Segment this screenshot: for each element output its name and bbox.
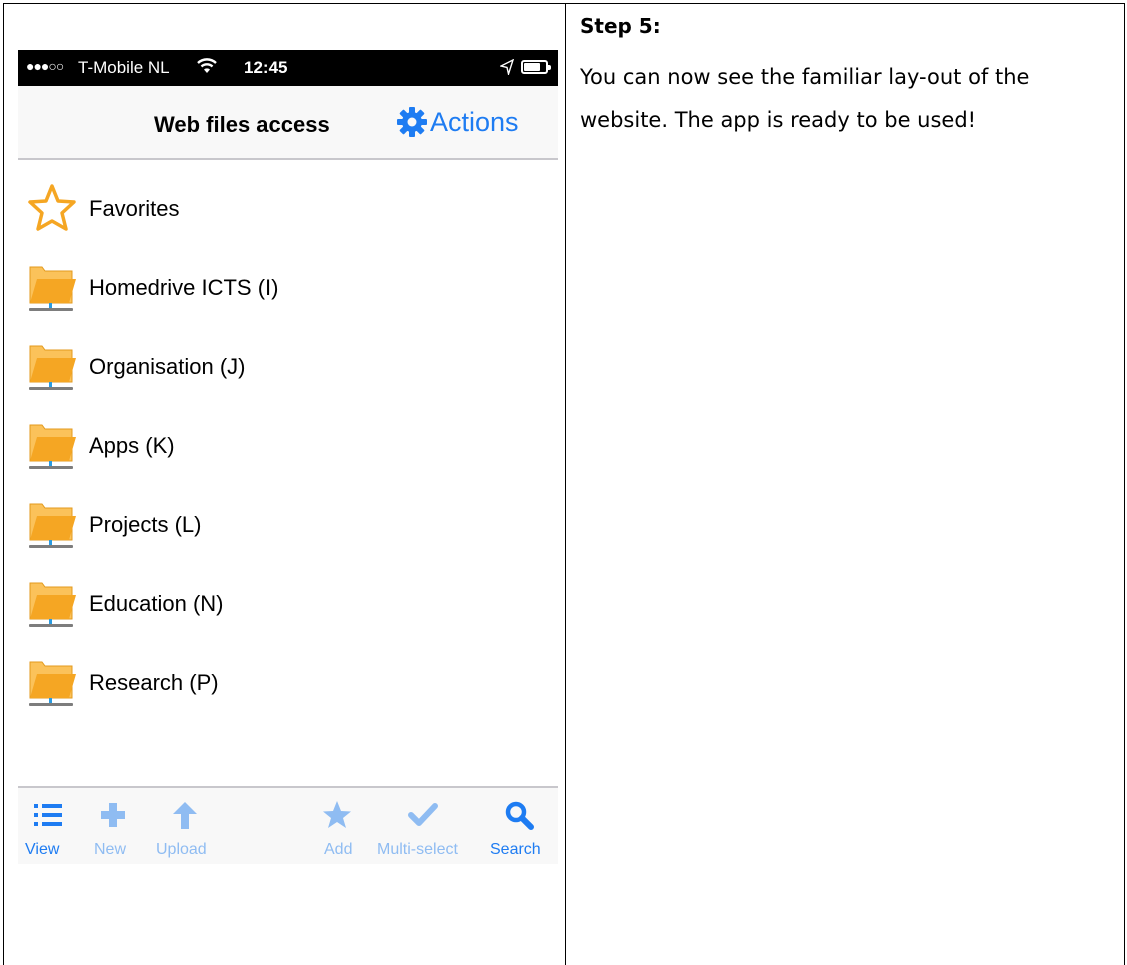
actions-button[interactable]: Actions [396, 104, 519, 140]
step-description: You can now see the familiar lay-out of … [580, 65, 1030, 132]
add-favorite-button[interactable]: Add [314, 788, 364, 864]
network-folder-icon [26, 575, 78, 631]
new-button[interactable]: New [90, 788, 136, 864]
list-item-favorites[interactable]: Favorites [18, 170, 558, 249]
list-item-label: Organisation (J) [89, 354, 246, 379]
phone-screenshot: ●●●○○ T-Mobile NL 12:45 Web files access [18, 50, 558, 864]
network-folder-icon [26, 259, 78, 315]
list-item-label: Research (P) [89, 670, 219, 695]
network-folder-icon [26, 654, 78, 710]
search-icon [505, 801, 534, 830]
view-label: View [25, 841, 60, 858]
gear-icon [397, 107, 427, 137]
page-title: Web files access [154, 112, 330, 137]
carrier-name: T-Mobile NL [78, 58, 170, 77]
list-item-education[interactable]: Education (N) [18, 565, 558, 644]
list-item-label: Homedrive ICTS (I) [89, 275, 279, 300]
plus-icon [101, 803, 125, 827]
status-time: 12:45 [244, 58, 288, 77]
list-item-label: Favorites [89, 196, 180, 221]
checkmark-icon [408, 803, 438, 826]
list-item-homedrive[interactable]: Homedrive ICTS (I) [18, 249, 558, 328]
list-item-projects[interactable]: Projects (L) [18, 486, 558, 565]
toolbar: View New Upload Add Multi-select Search [18, 786, 558, 864]
list-item-organisation[interactable]: Organisation (J) [18, 328, 558, 407]
view-button[interactable]: View [18, 788, 78, 864]
add-label: Add [324, 841, 353, 858]
battery-level [524, 63, 540, 71]
battery-icon [521, 60, 551, 74]
new-label: New [94, 841, 127, 858]
search-button[interactable]: Search [486, 788, 556, 864]
network-folder-icon [26, 338, 78, 394]
star-icon [26, 180, 78, 236]
upload-button[interactable]: Upload [152, 788, 222, 864]
star-filled-icon [323, 801, 351, 828]
multi-select-label: Multi-select [377, 841, 458, 858]
list-item-research[interactable]: Research (P) [18, 644, 558, 723]
location-arrow-icon [498, 58, 515, 77]
table-divider [565, 3, 566, 965]
search-label: Search [490, 841, 541, 858]
list-icon [34, 804, 62, 826]
wifi-icon [196, 56, 218, 81]
signal-strength-icon: ●●●○○ [26, 58, 64, 74]
navigation-bar: Web files access Actions [18, 86, 558, 160]
network-folder-icon [26, 496, 78, 552]
actions-label: Actions [430, 106, 519, 137]
list-item-apps[interactable]: Apps (K) [18, 407, 558, 486]
list-item-label: Apps (K) [89, 433, 175, 458]
multi-select-button[interactable]: Multi-select [374, 788, 474, 864]
status-bar: ●●●○○ T-Mobile NL 12:45 [18, 50, 558, 86]
list-item-label: Projects (L) [89, 512, 202, 537]
network-folder-icon [26, 417, 78, 473]
drive-list: Favorites Homedrive ICTS (I) Organisatio… [18, 170, 558, 723]
arrow-up-icon [173, 802, 197, 829]
list-item-label: Education (N) [89, 591, 224, 616]
upload-label: Upload [156, 841, 207, 858]
step-title: Step 5: [580, 14, 661, 38]
